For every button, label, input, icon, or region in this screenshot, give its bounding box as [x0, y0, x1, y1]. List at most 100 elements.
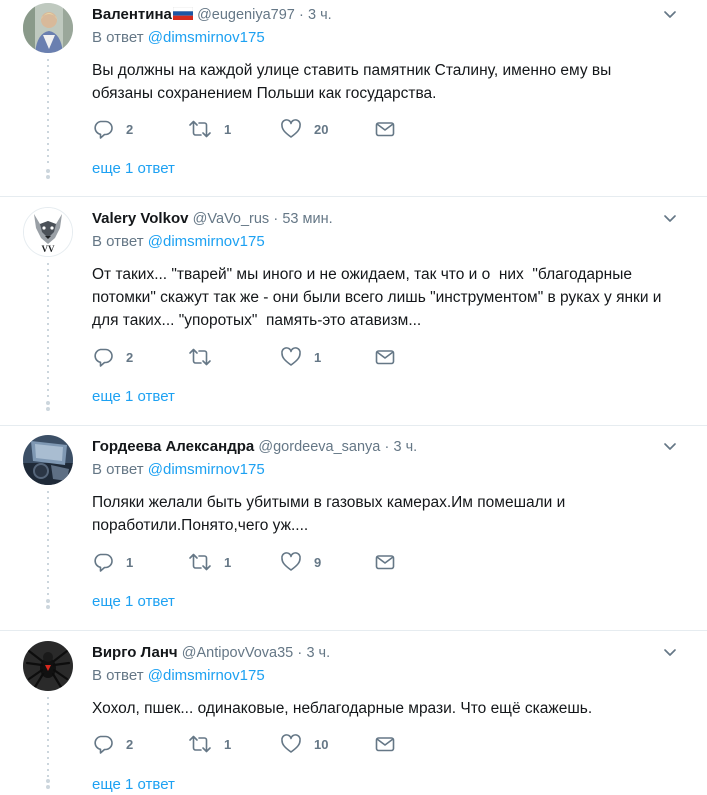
reply-count: 2	[126, 349, 134, 365]
divider	[0, 196, 707, 197]
separator: ·	[297, 645, 303, 661]
reply-mention-link[interactable]: @dimsmirnov175	[148, 667, 265, 684]
reply-button[interactable]: 2	[92, 733, 133, 755]
divider	[0, 630, 707, 631]
reply-button[interactable]: 2	[92, 346, 133, 368]
reply-button[interactable]: 1	[92, 551, 133, 573]
like-count: 20	[314, 121, 329, 137]
russia-flag-icon	[172, 7, 193, 20]
chevron-down-icon[interactable]	[662, 211, 678, 227]
reply-icon	[94, 735, 113, 754]
tweet-text: Вы должны на каждой улице ставить памятн…	[92, 62, 612, 102]
retweet-button[interactable]	[188, 346, 224, 368]
tweet-text: Хохол, пшек... одинаковые, неблагодарные…	[92, 700, 593, 717]
show-more-replies-link[interactable]: еще 1 ответ	[92, 388, 175, 405]
separator: ·	[273, 211, 279, 227]
retweet-button[interactable]: 1	[188, 733, 231, 755]
like-button[interactable]: 20	[280, 118, 328, 140]
reply-prefix: В ответ	[92, 233, 144, 250]
svg-text:VV: VV	[42, 244, 55, 254]
retweet-count: 1	[224, 554, 232, 570]
direct-message-icon	[375, 350, 395, 365]
like-icon	[281, 552, 301, 571]
timestamp[interactable]: 3 ч.	[394, 439, 418, 455]
reply-button[interactable]: 2	[92, 118, 133, 140]
like-count: 10	[314, 736, 329, 752]
divider	[0, 425, 707, 426]
timestamp[interactable]: 53 мин.	[282, 211, 332, 227]
timestamp[interactable]: 3 ч.	[306, 645, 330, 661]
tweet-header: Вирго Ланч @AntipovVova35 · 3 ч.	[92, 641, 330, 665]
chevron-down-icon[interactable]	[662, 439, 678, 455]
retweet-count: 1	[224, 736, 232, 752]
direct-message-button[interactable]	[374, 118, 396, 140]
tweet[interactable]: Гордеева Александра @gordeeva_sanya · 3 …	[0, 435, 707, 615]
retweet-count: 1	[224, 121, 232, 137]
like-icon	[281, 119, 301, 138]
show-more-replies-link[interactable]: еще 1 ответ	[92, 776, 175, 793]
like-icon	[281, 347, 301, 366]
direct-message-icon	[375, 555, 395, 570]
tweet[interactable]: Валентина @eugeniya797 · 3 ч. В ответ @d…	[0, 3, 707, 193]
reply-prefix: В ответ	[92, 667, 144, 684]
like-count: 1	[314, 349, 322, 365]
retweet-button[interactable]: 1	[188, 118, 231, 140]
user-handle[interactable]: @eugeniya797	[197, 7, 295, 23]
display-name[interactable]: Вирго Ланч	[92, 644, 178, 661]
avatar[interactable]: VV	[23, 207, 73, 257]
show-more-replies-link[interactable]: еще 1 ответ	[92, 160, 175, 177]
direct-message-icon	[375, 737, 395, 752]
reply-mention-link[interactable]: @dimsmirnov175	[148, 461, 265, 478]
tweet[interactable]: Вирго Ланч @AntipovVova35 · 3 ч. В ответ…	[0, 641, 707, 795]
retweet-icon	[189, 735, 211, 753]
display-name[interactable]: Valery Volkov	[92, 210, 188, 227]
timestamp[interactable]: 3 ч.	[308, 7, 332, 23]
chevron-down-icon[interactable]	[662, 645, 678, 661]
avatar[interactable]	[23, 641, 73, 691]
tweet-text: Поляки желали быть убитыми в газовых кам…	[92, 494, 566, 534]
reply-mention-link[interactable]: @dimsmirnov175	[148, 233, 265, 250]
tweet-actions: 2 1 10	[92, 733, 412, 757]
retweet-icon	[189, 553, 211, 571]
reply-context: В ответ @dimsmirnov175	[92, 461, 265, 478]
retweet-icon	[189, 348, 211, 366]
tweet-header: Valery Volkov @VaVo_rus · 53 мин.	[92, 207, 333, 231]
direct-message-button[interactable]	[374, 551, 396, 573]
like-icon	[281, 734, 301, 753]
user-handle[interactable]: @AntipovVova35	[182, 645, 293, 661]
like-button[interactable]: 1	[280, 346, 321, 368]
show-more-replies-link[interactable]: еще 1 ответ	[92, 593, 175, 610]
separator: ·	[299, 7, 304, 23]
reply-prefix: В ответ	[92, 29, 144, 46]
like-count: 9	[314, 554, 322, 570]
reply-context: В ответ @dimsmirnov175	[92, 233, 265, 250]
reply-icon	[94, 348, 113, 367]
reply-mention-link[interactable]: @dimsmirnov175	[148, 29, 265, 46]
display-name[interactable]: Валентина	[92, 6, 172, 23]
avatar[interactable]	[23, 3, 73, 53]
reply-icon	[94, 120, 113, 139]
reply-context: В ответ @dimsmirnov175	[92, 667, 265, 684]
retweet-button[interactable]: 1	[188, 551, 231, 573]
tweet[interactable]: VV Valery Volkov @VaVo_rus · 53 мин. В о…	[0, 207, 707, 417]
like-button[interactable]: 10	[280, 733, 328, 755]
display-name[interactable]: Гордеева Александра	[92, 438, 254, 455]
direct-message-button[interactable]	[374, 346, 396, 368]
separator: ·	[384, 439, 390, 455]
reply-count: 2	[126, 736, 134, 752]
tweet-header: Валентина @eugeniya797 · 3 ч.	[92, 3, 332, 27]
reply-prefix: В ответ	[92, 461, 144, 478]
like-button[interactable]: 9	[280, 551, 321, 573]
direct-message-icon	[375, 122, 395, 137]
reply-count: 1	[126, 554, 134, 570]
retweet-icon	[189, 120, 211, 138]
chevron-down-icon[interactable]	[662, 7, 678, 23]
user-handle[interactable]: @VaVo_rus	[193, 211, 270, 227]
user-handle[interactable]: @gordeeva_sanya	[258, 439, 380, 455]
tweet-actions: 2 1	[92, 346, 412, 370]
avatar[interactable]	[23, 435, 73, 485]
reply-icon	[94, 553, 113, 572]
direct-message-button[interactable]	[374, 733, 396, 755]
reply-context: В ответ @dimsmirnov175	[92, 29, 265, 46]
reply-count: 2	[126, 121, 134, 137]
